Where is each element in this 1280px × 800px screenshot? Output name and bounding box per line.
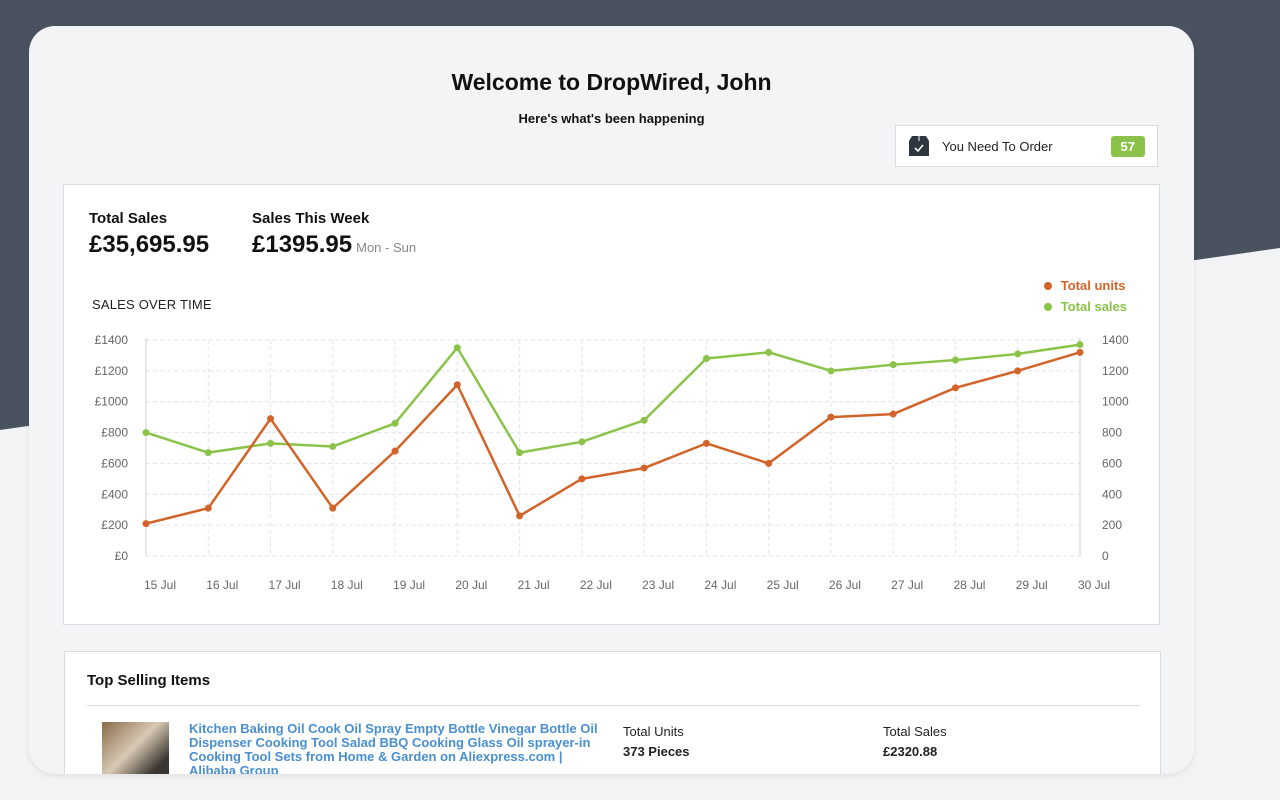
y-tick-right: 600 [1102, 456, 1122, 470]
top-selling-title: Top Selling Items [87, 672, 211, 689]
data-point-sales [765, 348, 773, 356]
y-tick-left: £800 [101, 426, 128, 440]
data-point-sales [578, 438, 586, 446]
x-tick-label: 20 Jul [455, 578, 487, 592]
data-point-sales [1014, 350, 1022, 358]
y-tick-left: £1400 [95, 333, 129, 347]
sales-chart: £0 0 £200 200 £400 400 £600 600 £800 800 £1000 1000… [95, 333, 1129, 592]
series-line-sales [145, 343, 1081, 454]
data-point-sales [516, 449, 524, 457]
x-tick-label: 23 Jul [642, 578, 674, 592]
total-sales-column: Total Sales £2320.88 [883, 724, 947, 759]
data-point-sales [204, 449, 212, 457]
data-point-sales [142, 429, 150, 437]
x-tick-label: 25 Jul [767, 578, 799, 592]
y-tick-right: 200 [1102, 518, 1122, 532]
data-point-units [453, 381, 461, 389]
data-point-sales [702, 355, 710, 363]
x-tick-label: 21 Jul [518, 578, 550, 592]
product-link[interactable]: Kitchen Baking Oil Cook Oil Spray Empty … [189, 722, 609, 775]
item-total-sales-value: £2320.88 [883, 744, 938, 759]
need-to-order-count-badge: 57 [1110, 135, 1145, 157]
x-tick-label: 17 Jul [269, 578, 301, 592]
need-to-order-widget[interactable]: You Need To Order 57 [895, 125, 1158, 167]
y-tick-left: £400 [101, 487, 128, 501]
data-point-sales [329, 442, 337, 450]
data-point-units [1014, 367, 1022, 375]
y-tick-left: £1000 [95, 395, 129, 409]
data-point-units [889, 410, 897, 418]
x-tick-label: 22 Jul [580, 578, 612, 592]
data-point-units [142, 520, 150, 528]
y-tick-left: £0 [115, 549, 129, 563]
data-point-sales [640, 416, 648, 424]
total-units-column: Total Units 373 Pieces [623, 724, 690, 759]
y-tick-left: £600 [101, 456, 128, 470]
data-point-sales [267, 439, 275, 447]
data-point-sales [951, 356, 959, 364]
data-point-units [204, 504, 212, 512]
data-point-units [640, 464, 648, 472]
data-point-units [391, 447, 399, 455]
y-tick-right: 1200 [1102, 364, 1129, 378]
item-total-sales-label: Total Sales [883, 724, 947, 739]
x-tick-label: 18 Jul [331, 578, 363, 592]
dashboard-frame: Welcome to DropWired, John Here's what's… [29, 26, 1194, 774]
x-tick-label: 29 Jul [1016, 578, 1048, 592]
data-point-sales [391, 419, 399, 427]
y-tick-right: 0 [1102, 549, 1109, 563]
x-tick-label: 16 Jul [206, 578, 238, 592]
x-tick-label: 19 Jul [393, 578, 425, 592]
data-point-units [702, 439, 710, 447]
data-point-units [765, 459, 773, 467]
data-point-units [516, 512, 524, 520]
y-tick-left: £200 [101, 518, 128, 532]
x-tick-label: 30 Jul [1078, 578, 1110, 592]
package-icon [908, 135, 930, 157]
data-point-sales [1076, 341, 1084, 349]
y-tick-left: £1200 [95, 364, 129, 378]
x-tick-label: 28 Jul [953, 578, 985, 592]
data-point-units [1076, 348, 1084, 356]
data-point-units [951, 384, 959, 392]
x-tick-label: 24 Jul [704, 578, 736, 592]
data-point-units [578, 475, 586, 483]
data-point-units [267, 415, 275, 423]
divider [87, 705, 1140, 706]
x-tick-label: 15 Jul [144, 578, 176, 592]
series-line-units [145, 351, 1081, 525]
y-tick-right: 1000 [1102, 395, 1129, 409]
data-point-units [827, 413, 835, 421]
y-tick-right: 400 [1102, 487, 1122, 501]
data-point-sales [453, 344, 461, 352]
x-tick-label: 27 Jul [891, 578, 923, 592]
total-units-value: 373 Pieces [623, 744, 690, 759]
sales-panel: Total Sales £35,695.95 Sales This Week £… [63, 184, 1160, 625]
total-units-label: Total Units [623, 724, 684, 739]
y-tick-right: 1400 [1102, 333, 1129, 347]
data-point-sales [827, 367, 835, 375]
top-selling-panel: Top Selling Items Kitchen Baking Oil Coo… [64, 651, 1161, 774]
product-thumbnail[interactable] [102, 722, 169, 774]
data-point-sales [889, 361, 897, 369]
need-to-order-label: You Need To Order [942, 138, 1053, 154]
page-subtitle: Here's what's been happening [518, 111, 705, 126]
y-tick-right: 800 [1102, 426, 1122, 440]
x-tick-label: 26 Jul [829, 578, 861, 592]
page-title: Welcome to DropWired, John [451, 69, 772, 95]
data-point-units [329, 504, 337, 512]
